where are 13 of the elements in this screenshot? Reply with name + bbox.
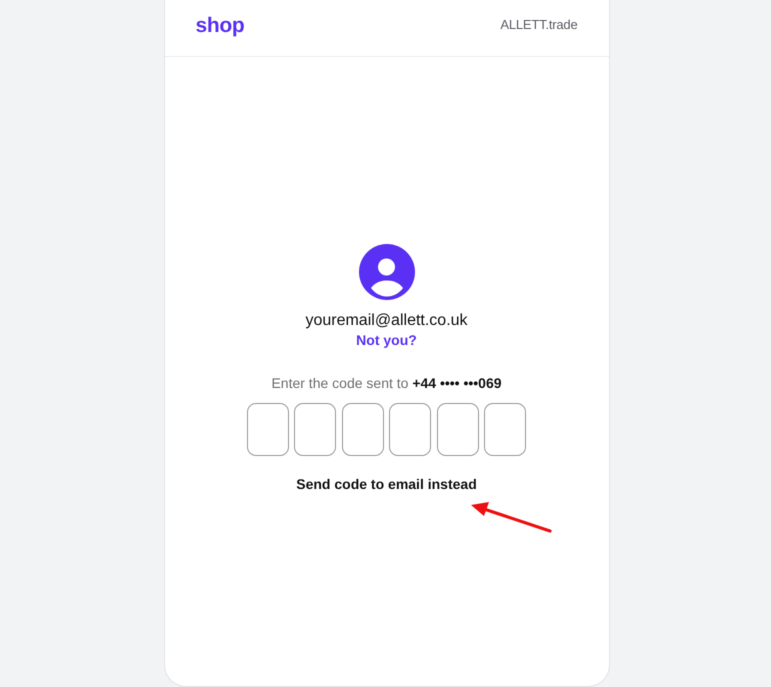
code-digit-field[interactable] bbox=[436, 403, 479, 456]
code-digit-field[interactable] bbox=[389, 403, 432, 456]
code-digit-field[interactable] bbox=[246, 403, 289, 456]
code-digit-field[interactable] bbox=[342, 403, 384, 456]
store-name: ALLETT.trade bbox=[500, 17, 578, 33]
send-to-email-link[interactable]: Send code to email instead bbox=[296, 475, 477, 493]
not-you-link[interactable]: Not you? bbox=[356, 331, 417, 349]
code-prompt: Enter the code sent to +44 •••• •••069 bbox=[271, 374, 502, 392]
code-digit-field[interactable] bbox=[294, 403, 336, 456]
user-avatar-icon bbox=[358, 244, 414, 300]
code-digit-field[interactable] bbox=[484, 403, 526, 456]
account-email: youremail@allett.co.uk bbox=[305, 311, 468, 331]
shop-logo: shop bbox=[196, 14, 244, 38]
